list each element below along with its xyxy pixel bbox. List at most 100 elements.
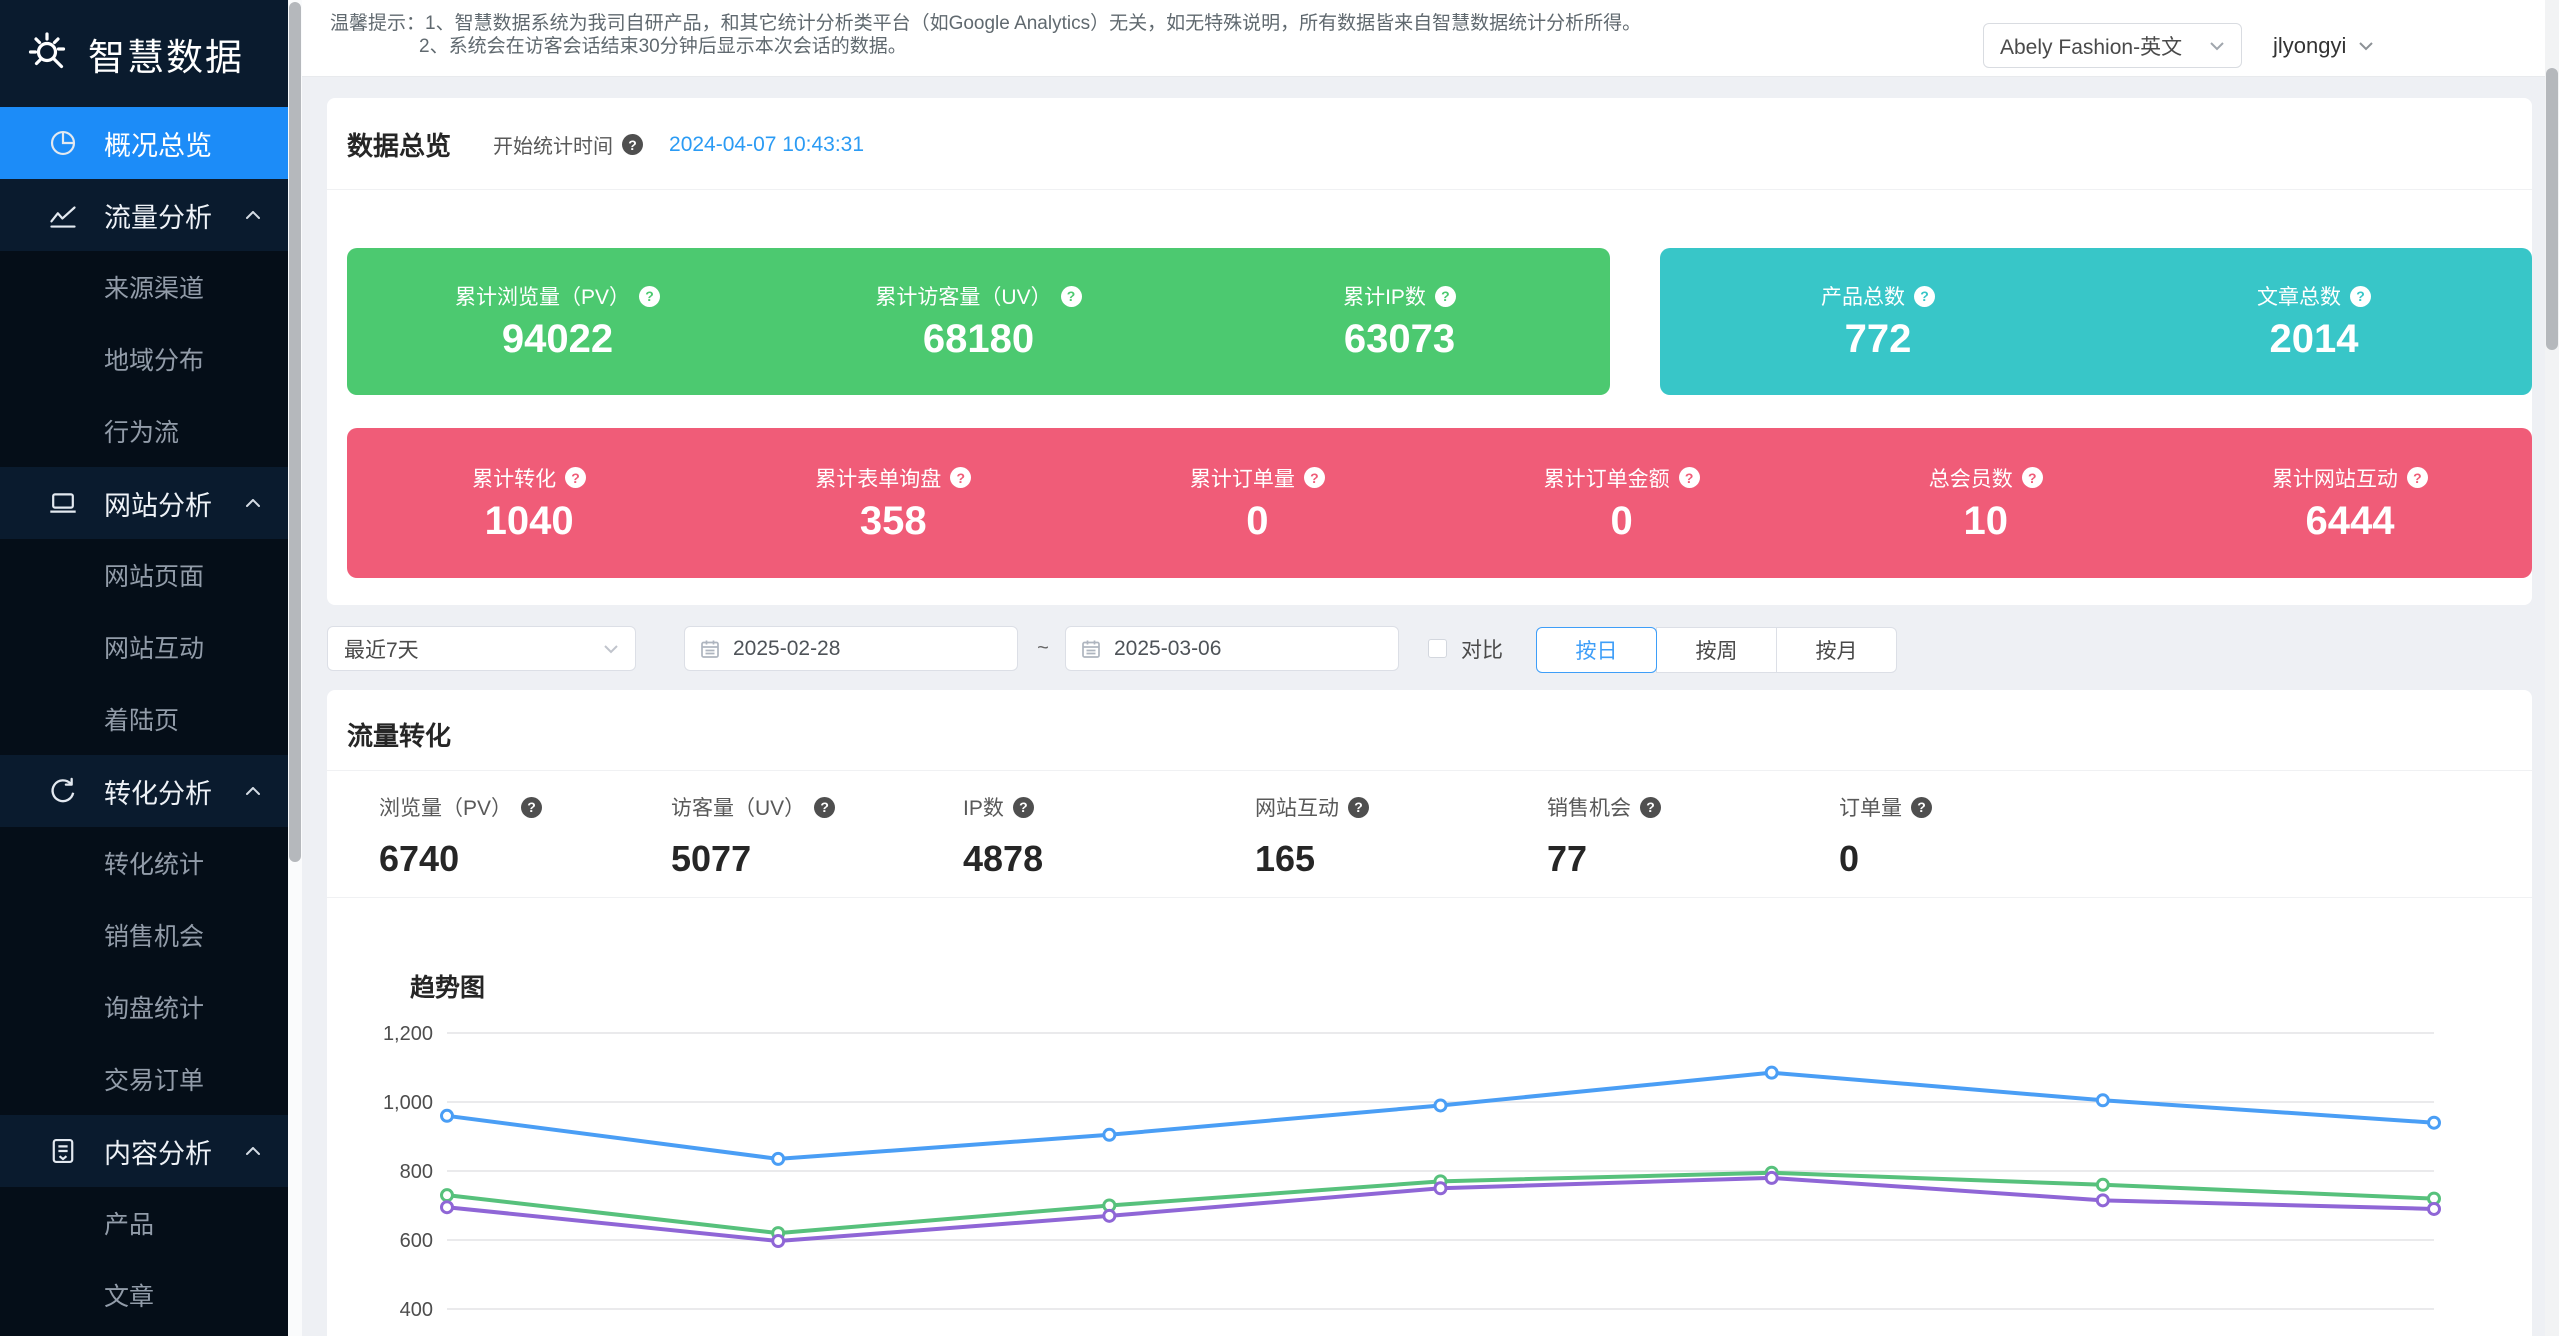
sidebar-item-source-channel[interactable]: 来源渠道 [0,251,288,323]
sidebar-scrollbar-thumb[interactable] [289,2,301,862]
logo-sun-magnifier-icon [28,30,76,78]
stat-value: 772 [1845,317,1912,362]
help-icon[interactable]: ? [2407,467,2428,488]
sidebar-item-site-analysis[interactable]: 网站分析 [0,467,288,539]
date-range-select[interactable]: 最近7天 [327,626,636,671]
start-date-input[interactable]: 2025-02-28 [684,626,1018,671]
stat-column: 累计表单询盘? 358 [711,463,1075,544]
stat-label: 累计订单金额 [1544,463,1670,493]
start-date-value: 2025-02-28 [733,637,840,661]
sidebar-item-label: 概况总览 [104,124,264,163]
sidebar-item-landing-page[interactable]: 着陆页 [0,683,288,755]
data-point[interactable] [2097,1195,2108,1206]
data-point[interactable] [2429,1203,2440,1214]
help-icon[interactable]: ? [1304,467,1325,488]
divider [327,770,2532,771]
traffic-panel: 流量转化 浏览量（PV）? 6740 访客量（UV）? 5077 IP数 [327,690,2532,1336]
trend-line-chart: 1,2001,000800600400 [327,1010,2532,1336]
sidebar-item-trade-orders[interactable]: 交易订单 [0,1043,288,1115]
data-point[interactable] [773,1153,784,1164]
granularity-button[interactable]: 按月 [1776,627,1897,673]
data-point[interactable] [773,1236,784,1247]
sidebar-item-sales-leads[interactable]: 销售机会 [0,899,288,971]
granularity-button[interactable]: 按日 [1536,627,1657,673]
site-select[interactable]: Abely Fashion-英文 [1983,23,2242,68]
help-icon[interactable]: ? [1679,467,1700,488]
sidebar-item-behavior-flow[interactable]: 行为流 [0,395,288,467]
sidebar-scrollbar [288,0,302,1336]
granularity-button[interactable]: 按周 [1656,627,1777,673]
chevron-up-icon [242,1140,264,1162]
overview-panel: 数据总览 开始统计时间 ? 2024-04-07 10:43:31 累计浏览量（… [327,98,2532,605]
sidebar-item-label: 网站分析 [104,484,242,523]
traffic-stat-value: 4878 [963,838,1255,880]
data-point[interactable] [2429,1117,2440,1128]
help-icon[interactable]: ? [2022,467,2043,488]
sidebar-item-region-distribution[interactable]: 地域分布 [0,323,288,395]
stat-label: 累计浏览量（PV） [455,281,630,311]
sidebar-item-products[interactable]: 产品 [0,1187,288,1259]
chevron-down-icon [2207,36,2227,56]
stat-label: 累计转化 [472,463,556,493]
traffic-stat-value: 165 [1255,838,1547,880]
stat-label: 产品总数 [1821,281,1905,311]
traffic-stat-value: 77 [1547,838,1839,880]
help-icon[interactable]: ? [565,467,586,488]
compare-toggle[interactable]: 对比 [1428,626,1503,671]
sidebar-item-inquiry-stats[interactable]: 询盘统计 [0,971,288,1043]
help-icon[interactable]: ? [1435,286,1456,307]
help-icon[interactable]: ? [2350,286,2371,307]
granularity-button-group: 按日 按周 按月 [1537,627,1897,673]
chevron-down-icon [2356,36,2376,56]
data-point[interactable] [442,1202,453,1213]
user-menu[interactable]: jlyongyi [2273,23,2376,68]
help-icon[interactable]: ? [1348,797,1369,818]
help-icon[interactable]: ? [521,797,542,818]
sidebar-item-conversion-analysis[interactable]: 转化分析 [0,755,288,827]
stat-value: 2014 [2270,317,2359,362]
compare-checkbox[interactable] [1428,639,1447,658]
stat-column: 累计访客量（UV）? 68180 [768,281,1189,362]
app-screen: 智慧数据 概况总览流量分析来源渠道地域分布行为流网站分析网站页面网站互动着陆页转… [0,0,2559,1336]
sidebar-item-conversion-stats[interactable]: 转化统计 [0,827,288,899]
sidebar-item-site-interaction[interactable]: 网站互动 [0,611,288,683]
data-point[interactable] [1766,1172,1777,1183]
data-point[interactable] [2097,1179,2108,1190]
sidebar-item-site-pages[interactable]: 网站页面 [0,539,288,611]
stat-value: 1040 [485,499,574,544]
help-icon[interactable]: ? [1013,797,1034,818]
date-range-select-value: 最近7天 [344,634,601,664]
help-icon[interactable]: ? [1640,797,1661,818]
data-point[interactable] [442,1110,453,1121]
data-point[interactable] [1766,1067,1777,1078]
data-point[interactable] [1435,1100,1446,1111]
traffic-stat: 订单量? 0 [1839,792,2131,880]
sidebar-item-label: 内容分析 [104,1132,242,1171]
trend-chart-title: 趋势图 [410,968,485,1004]
help-icon[interactable]: ? [1914,286,1935,307]
sidebar-item-articles[interactable]: 文章 [0,1259,288,1331]
help-icon[interactable]: ? [1061,286,1082,307]
help-icon[interactable]: ? [950,467,971,488]
traffic-stat-label: 浏览量（PV） [379,792,512,822]
end-date-input[interactable]: 2025-03-06 [1065,626,1399,671]
stat-value: 10 [1964,499,2009,544]
help-icon[interactable]: ? [814,797,835,818]
totals-card-pink: 累计转化? 1040 累计表单询盘? 358 累计订单量? 0 累计订 [347,428,2532,578]
page-scrollbar-thumb[interactable] [2546,68,2558,350]
sidebar-item-traffic-analysis[interactable]: 流量分析 [0,179,288,251]
traffic-stat-value: 5077 [671,838,963,880]
data-point[interactable] [1104,1129,1115,1140]
stat-value: 0 [1246,499,1268,544]
data-point[interactable] [2097,1095,2108,1106]
help-icon[interactable]: ? [639,286,660,307]
sidebar-item-content-analysis[interactable]: 内容分析 [0,1115,288,1187]
traffic-stat: 访客量（UV）? 5077 [671,792,963,880]
help-icon[interactable]: ? [622,134,643,155]
sidebar-item-overview[interactable]: 概况总览 [0,107,288,179]
sidebar-nav: 概况总览流量分析来源渠道地域分布行为流网站分析网站页面网站互动着陆页转化分析转化… [0,107,288,1336]
help-icon[interactable]: ? [1911,797,1932,818]
data-point[interactable] [442,1190,453,1201]
data-point[interactable] [1104,1210,1115,1221]
data-point[interactable] [1435,1183,1446,1194]
